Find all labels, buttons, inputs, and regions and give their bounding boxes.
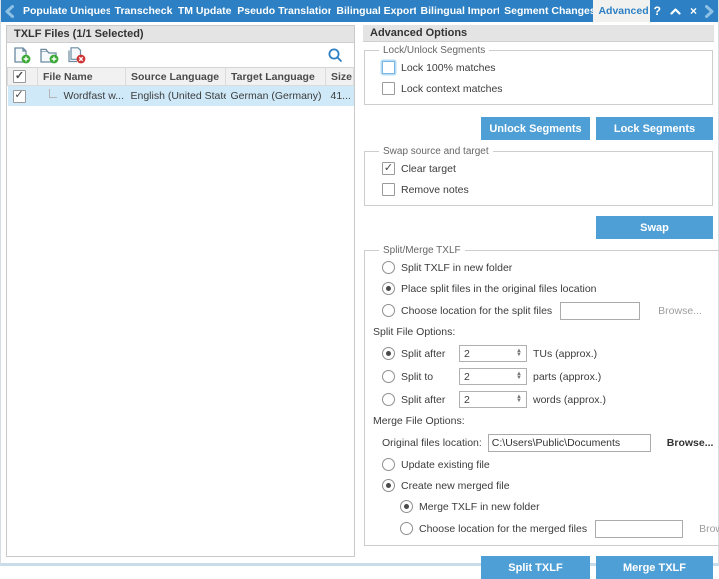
split-to-parts-row: Split to 2 ▲▼ parts (approx.) (382, 365, 719, 388)
split-original-location-radio[interactable] (382, 282, 395, 295)
table-row[interactable]: Wordfast w... English (United States) Ge… (8, 86, 354, 106)
lock-unlock-segments-group: Lock/Unlock Segments Lock 100% matches L… (364, 45, 713, 105)
unlock-segments-button[interactable]: Unlock Segments (481, 117, 590, 140)
merge-location-input[interactable] (595, 520, 683, 538)
split-location-browse-button[interactable]: Browse... (658, 305, 702, 317)
tab-advanced[interactable]: Advanced (593, 0, 649, 22)
row-size: 41... (326, 86, 354, 106)
split-after-words-radio[interactable] (382, 393, 395, 406)
spinner-arrows-icon[interactable]: ▲▼ (512, 350, 526, 357)
split-choose-location-row: Choose location for the split files Brow… (382, 299, 719, 322)
row-checkbox[interactable] (13, 90, 26, 103)
chevron-up-icon[interactable] (670, 8, 681, 15)
lock-100-row: Lock 100% matches (382, 57, 704, 78)
create-new-merged-file-row: Create new merged file (382, 475, 719, 496)
tab-tm-update[interactable]: TM Update (173, 0, 232, 22)
spinner-arrows-icon[interactable]: ▲▼ (512, 396, 526, 403)
split-after-words-row: Split after 2 ▲▼ words (approx.) (382, 388, 719, 411)
advanced-options-title: Advanced Options (363, 25, 714, 42)
merge-txlf-button[interactable]: Merge TXLF (596, 556, 713, 579)
txlf-files-panel-title: TXLF Files (1/1 Selected) (7, 26, 354, 43)
tab-pseudo-translation[interactable]: Pseudo Translation (232, 0, 331, 22)
row-source-language: English (United States) (126, 86, 226, 106)
swap-button[interactable]: Swap (596, 216, 713, 239)
files-table-header: File Name Source Language Target Languag… (8, 68, 354, 86)
clear-target-checkbox[interactable] (382, 162, 395, 175)
update-existing-file-radio[interactable] (382, 458, 395, 471)
tab-bilingual-import[interactable]: Bilingual Import (416, 0, 500, 22)
files-toolbar (7, 43, 354, 67)
tree-branch-icon (49, 89, 57, 98)
original-files-location-input[interactable] (488, 434, 651, 452)
merge-choose-location-radio[interactable] (400, 522, 413, 535)
row-target-language: German (Germany) (226, 86, 326, 106)
spinner-arrows-icon[interactable]: ▲▼ (512, 373, 526, 380)
split-new-folder-row: Split TXLF in new folder (382, 257, 719, 278)
remove-notes-label: Remove notes (401, 184, 469, 196)
original-files-location-row: Original files location: Browse... (382, 431, 719, 454)
tab-transcheck[interactable]: Transcheck (110, 0, 173, 22)
files-table: File Name Source Language Target Languag… (7, 67, 354, 106)
split-choose-location-radio[interactable] (382, 304, 395, 317)
split-after-tus-radio[interactable] (382, 347, 395, 360)
select-all-cell (8, 68, 38, 86)
split-location-input[interactable] (560, 302, 640, 320)
merge-location-browse-button[interactable]: Browse... (699, 523, 719, 535)
lock-context-row: Lock context matches (382, 78, 704, 99)
clear-target-label: Clear target (401, 163, 456, 175)
split-txlf-button[interactable]: Split TXLF (481, 556, 590, 579)
lock-context-label: Lock context matches (401, 83, 503, 95)
merge-file-options-label: Merge File Options: (373, 411, 719, 431)
swap-legend: Swap source and target (379, 146, 493, 157)
tab-populate-uniques[interactable]: Populate Uniques (18, 0, 110, 22)
remove-notes-row: Remove notes (382, 179, 704, 200)
select-all-checkbox[interactable] (13, 70, 26, 83)
column-source-language[interactable]: Source Language (126, 68, 226, 86)
swap-source-target-group: Swap source and target Clear target Remo… (364, 146, 713, 206)
create-new-merged-file-radio[interactable] (382, 479, 395, 492)
txlf-files-panel: TXLF Files (1/1 Selected) (6, 25, 355, 557)
split-merge-group: Split/Merge TXLF Split TXLF in new folde… (364, 245, 719, 546)
split-to-parts-radio[interactable] (382, 370, 395, 383)
tus-spinner[interactable]: 2 ▲▼ (459, 345, 527, 362)
split-original-location-row: Place split files in the original files … (382, 278, 719, 299)
merge-new-folder-row: Merge TXLF in new folder (400, 496, 719, 517)
split-merge-legend: Split/Merge TXLF (379, 245, 465, 256)
search-icon[interactable] (327, 47, 346, 64)
original-location-browse-button[interactable]: Browse... (667, 437, 714, 449)
update-existing-file-row: Update existing file (382, 454, 719, 475)
help-icon[interactable]: ? (654, 4, 661, 18)
advanced-options-panel: Advanced Options Lock/Unlock Segments Lo… (363, 25, 714, 557)
lock-100-label: Lock 100% matches (401, 62, 496, 74)
tab-bar: Populate Uniques Transcheck TM Update Ps… (1, 0, 718, 22)
lock-100-checkbox[interactable] (382, 61, 395, 74)
tab-utility-buttons: ? × (650, 0, 701, 22)
clear-target-row: Clear target (382, 158, 704, 179)
tab-bilingual-export[interactable]: Bilingual Export (331, 0, 415, 22)
merge-new-folder-radio[interactable] (400, 500, 413, 513)
split-file-options-label: Split File Options: (373, 322, 719, 342)
add-file-icon[interactable] (13, 47, 32, 64)
remove-notes-checkbox[interactable] (382, 183, 395, 196)
lock-context-checkbox[interactable] (382, 82, 395, 95)
split-after-tus-row: Split after 2 ▲▼ TUs (approx.) (382, 342, 719, 365)
column-size[interactable]: Size (326, 68, 354, 86)
wordfast-advanced-window: { "colors": { "accent": "#2c80c3", "butt… (0, 0, 719, 566)
lock-unlock-legend: Lock/Unlock Segments (379, 45, 489, 56)
add-folder-icon[interactable] (40, 47, 59, 64)
chevron-right-icon[interactable] (701, 0, 718, 22)
original-files-location-label: Original files location: (382, 437, 482, 449)
close-icon[interactable]: × (690, 4, 697, 18)
merge-choose-location-row: Choose location for the merged files Bro… (400, 517, 719, 540)
words-spinner[interactable]: 2 ▲▼ (459, 391, 527, 408)
lock-segments-button[interactable]: Lock Segments (596, 117, 713, 140)
parts-spinner[interactable]: 2 ▲▼ (459, 368, 527, 385)
remove-file-icon[interactable] (67, 47, 86, 64)
column-target-language[interactable]: Target Language (226, 68, 326, 86)
chevron-left-icon[interactable] (1, 0, 18, 22)
column-file-name[interactable]: File Name (38, 68, 126, 86)
row-file-name: Wordfast w... (64, 90, 125, 102)
split-new-folder-radio[interactable] (382, 261, 395, 274)
tab-segment-changes[interactable]: Segment Changes (499, 0, 593, 22)
